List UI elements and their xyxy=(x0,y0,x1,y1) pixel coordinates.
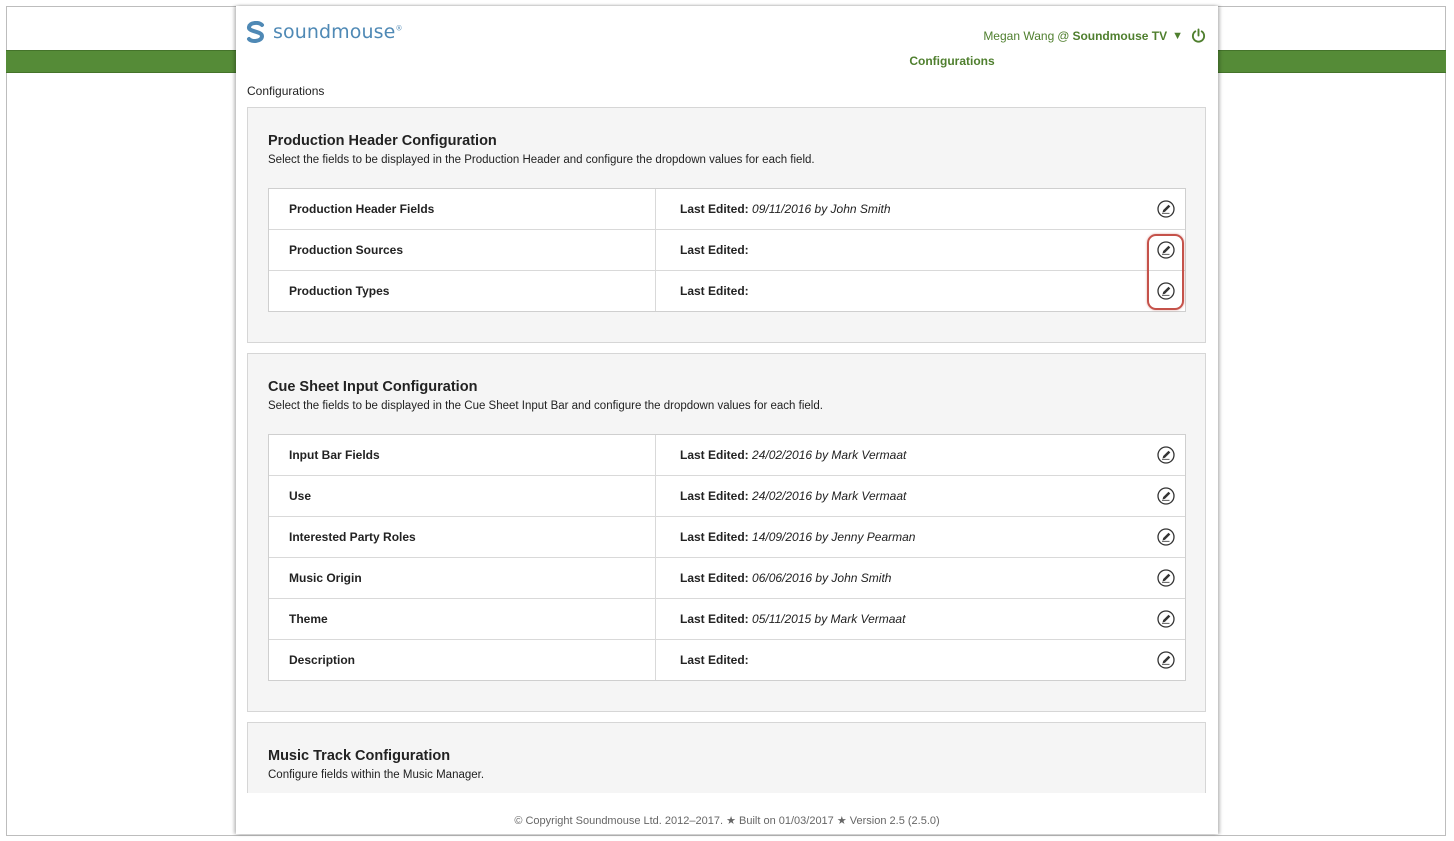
power-icon[interactable] xyxy=(1191,28,1206,43)
row-last-edited: Last Edited: 09/11/2016 by John Smith xyxy=(680,202,891,216)
row-last-edited: Last Edited: xyxy=(680,284,749,298)
table-row: Production Header Fields Last Edited: 09… xyxy=(269,189,1185,230)
footer-copyright: © Copyright Soundmouse Ltd. 2012–2017. ★… xyxy=(514,815,940,827)
tab-configurations[interactable]: Configurations xyxy=(877,50,1027,73)
production-header-section: Production Header Configuration Select t… xyxy=(247,107,1206,343)
table-row: Theme Last Edited: 05/11/2015 by Mark Ve… xyxy=(269,599,1185,640)
logo-text: soundmouse® xyxy=(273,21,403,43)
row-name: Production Header Fields xyxy=(269,189,656,229)
table-row: Input Bar Fields Last Edited: 24/02/2016… xyxy=(269,435,1185,476)
tab-users[interactable]: Users xyxy=(427,50,577,73)
table-row: Production Types Last Edited: xyxy=(269,271,1185,311)
row-name: Production Types xyxy=(269,271,656,311)
edit-icon[interactable] xyxy=(1157,651,1175,669)
tab-advanced[interactable]: Advanced xyxy=(1027,50,1177,73)
user-separator: @ xyxy=(1057,28,1070,43)
row-last-edited: Last Edited: xyxy=(680,243,749,257)
company-name: Soundmouse TV xyxy=(1072,28,1168,43)
section-title: Music Track Configuration xyxy=(268,748,451,764)
production-header-table: Production Header Fields Last Edited: 09… xyxy=(268,188,1186,312)
logo[interactable]: soundmouse® xyxy=(246,21,403,43)
edit-icon[interactable] xyxy=(1157,569,1175,587)
row-name: Description xyxy=(269,640,656,680)
cue-sheet-table: Input Bar Fields Last Edited: 24/02/2016… xyxy=(268,434,1186,681)
edit-icon[interactable] xyxy=(1157,528,1175,546)
row-last-edited: Last Edited: 24/02/2016 by Mark Vermaat xyxy=(680,489,907,503)
user-name: Megan Wang xyxy=(983,28,1055,43)
section-description: Configure fields within the Music Manage… xyxy=(268,769,485,781)
cue-sheet-section: Cue Sheet Input Configuration Select the… xyxy=(247,353,1206,712)
edit-icon[interactable] xyxy=(1157,446,1175,464)
table-row: Interested Party Roles Last Edited: 14/0… xyxy=(269,517,1185,558)
tab-prod-companies[interactable]: Prod. Companies xyxy=(727,50,877,73)
edit-icon[interactable] xyxy=(1157,200,1175,218)
row-name: Interested Party Roles xyxy=(269,517,656,557)
edit-icon[interactable] xyxy=(1157,487,1175,505)
row-name: Input Bar Fields xyxy=(269,435,656,475)
row-last-edited: Last Edited: 14/09/2016 by Jenny Pearman xyxy=(680,530,916,544)
table-row: Music Origin Last Edited: 06/06/2016 by … xyxy=(269,558,1185,599)
row-name: Music Origin xyxy=(269,558,656,598)
row-name: Use xyxy=(269,476,656,516)
table-row: Description Last Edited: xyxy=(269,640,1185,680)
main-nav-tabs: General Users Channels Prod. Companies C… xyxy=(277,50,1177,73)
row-last-edited: Last Edited: 24/02/2016 by Mark Vermaat xyxy=(680,448,907,462)
row-last-edited: Last Edited: 05/11/2015 by Mark Vermaat xyxy=(680,612,906,626)
row-last-edited: Last Edited: xyxy=(680,653,749,667)
annotation-highlight xyxy=(1147,234,1184,310)
section-title: Cue Sheet Input Configuration xyxy=(268,379,478,395)
tab-channels[interactable]: Channels xyxy=(577,50,727,73)
row-name: Theme xyxy=(269,599,656,639)
breadcrumb: Configurations xyxy=(247,84,325,98)
section-title: Production Header Configuration xyxy=(268,133,497,149)
user-menu[interactable]: Megan Wang @ Soundmouse TV ▼ xyxy=(983,28,1206,43)
section-description: Select the fields to be displayed in the… xyxy=(268,154,815,166)
soundmouse-logo-icon xyxy=(247,21,265,43)
row-name: Production Sources xyxy=(269,230,656,270)
table-row: Use Last Edited: 24/02/2016 by Mark Verm… xyxy=(269,476,1185,517)
table-row: Production Sources Last Edited: xyxy=(269,230,1185,271)
music-track-section: Music Track Configuration Configure fiel… xyxy=(247,722,1206,793)
row-last-edited: Last Edited: 06/06/2016 by John Smith xyxy=(680,571,892,585)
chevron-down-icon[interactable]: ▼ xyxy=(1172,30,1183,42)
edit-icon[interactable] xyxy=(1157,610,1175,628)
tab-general[interactable]: General xyxy=(277,50,427,73)
section-description: Select the fields to be displayed in the… xyxy=(268,400,823,412)
